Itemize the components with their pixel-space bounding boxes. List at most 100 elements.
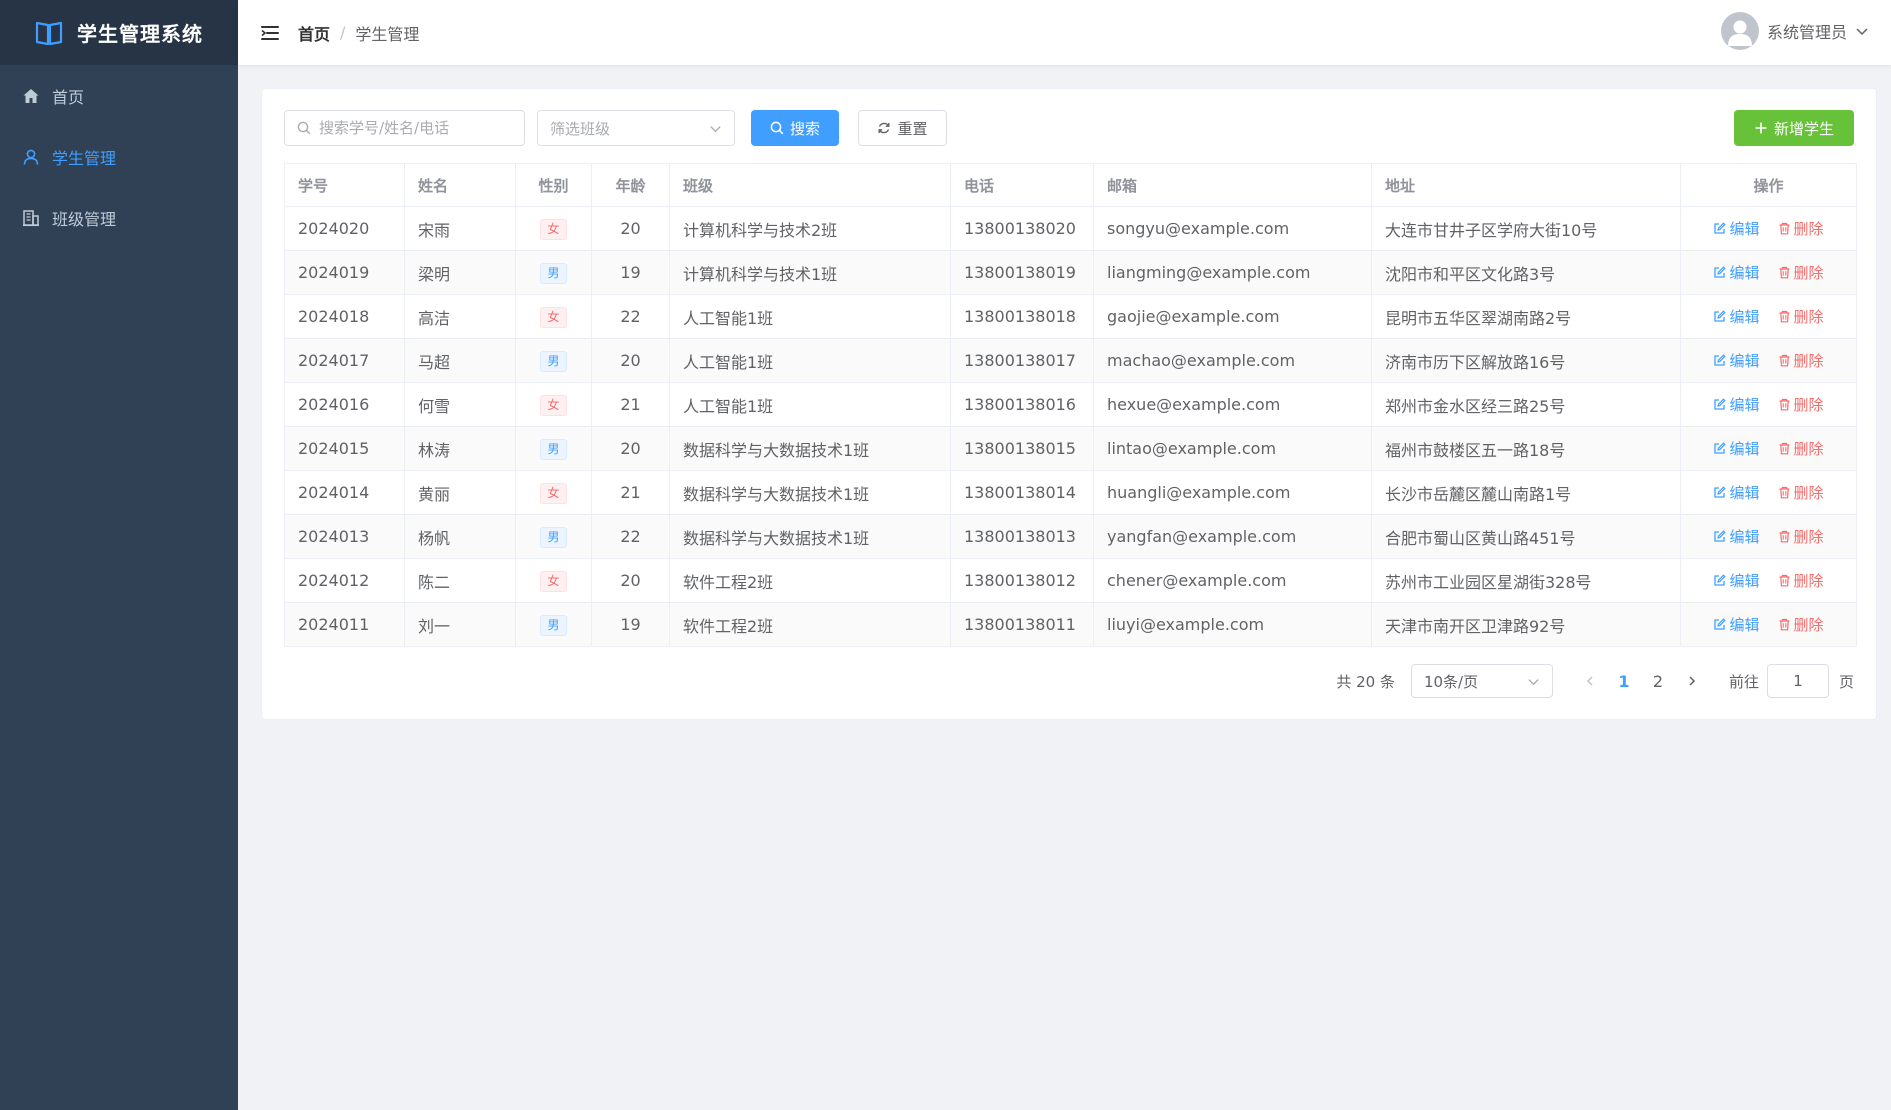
edit-icon xyxy=(1714,574,1727,586)
delete-icon xyxy=(1779,530,1789,543)
delete-button-label: 删除 xyxy=(1793,616,1824,634)
delete-button[interactable]: 删除 xyxy=(1778,614,1824,635)
cell-actions: 编辑 删除 xyxy=(1680,206,1857,251)
breadcrumb-home[interactable]: 首页 xyxy=(298,21,330,45)
cell-id: 2024011 xyxy=(284,602,405,647)
edit-button[interactable]: 编辑 xyxy=(1713,614,1760,635)
sidebar-item-students[interactable]: 学生管理 xyxy=(0,126,238,187)
edit-button-label: 编辑 xyxy=(1729,264,1760,282)
chevron-down-icon xyxy=(710,125,721,132)
edit-button[interactable]: 编辑 xyxy=(1713,438,1760,459)
page-size-select[interactable]: 10条/页 xyxy=(1410,664,1553,698)
page-number-1[interactable]: 1 xyxy=(1607,664,1641,698)
delete-icon xyxy=(1779,398,1789,411)
next-page-button[interactable] xyxy=(1675,664,1709,698)
user-avatar-icon xyxy=(1727,20,1752,46)
delete-button[interactable]: 删除 xyxy=(1778,394,1824,415)
delete-icon xyxy=(1779,618,1789,631)
breadcrumb-current: 学生管理 xyxy=(355,24,420,44)
gender-tag: 男 xyxy=(540,350,567,372)
cell-age: 22 xyxy=(591,294,670,339)
search-icon xyxy=(297,121,311,135)
cell-name: 杨帆 xyxy=(404,514,516,559)
goto-label: 前往 xyxy=(1728,672,1759,691)
edit-icon xyxy=(1714,530,1727,542)
cell-address: 长沙市岳麓区麓山南路1号 xyxy=(1371,470,1681,515)
cell-class: 软件工程2班 xyxy=(669,602,951,647)
cell-name: 刘一 xyxy=(404,602,516,647)
delete-button[interactable]: 删除 xyxy=(1778,262,1824,283)
edit-button-label: 编辑 xyxy=(1729,396,1760,414)
sidebar-item-classes[interactable]: 班级管理 xyxy=(0,187,238,248)
edit-button[interactable]: 编辑 xyxy=(1713,526,1760,547)
app-title: 学生管理系统 xyxy=(77,22,203,46)
edit-button[interactable]: 编辑 xyxy=(1713,482,1760,503)
cell-phone: 13800138013 xyxy=(950,514,1094,559)
cell-class: 软件工程2班 xyxy=(669,558,951,603)
search-button[interactable]: 搜索 xyxy=(751,110,839,146)
delete-button[interactable]: 删除 xyxy=(1778,350,1824,371)
prev-page-button[interactable] xyxy=(1573,664,1607,698)
cell-name: 宋雨 xyxy=(404,206,516,251)
delete-button-label: 删除 xyxy=(1793,396,1824,414)
chevron-left-icon xyxy=(1586,676,1593,686)
edit-button[interactable]: 编辑 xyxy=(1713,262,1760,283)
edit-icon xyxy=(1714,354,1727,366)
delete-button[interactable]: 删除 xyxy=(1778,218,1824,239)
edit-icon xyxy=(1714,618,1727,630)
table-body: 2024020 宋雨女 20 计算机科学与技术2班 13800138020 songyu@… xyxy=(284,206,1857,647)
table-row: 2024018 高洁 女 22 人工智能1班 13800138018 gaojie@exam… xyxy=(284,294,1857,339)
cell-phone: 13800138011 xyxy=(950,602,1094,647)
delete-icon xyxy=(1779,486,1789,499)
student-table: 学号 姓名 性别 年龄 班级 电话 邮箱 地址 操作 2024020 宋雨女 20 计… xyxy=(284,163,1857,647)
cell-class: 人工智能1班 xyxy=(669,338,951,383)
add-student-button[interactable]: 新增学生 xyxy=(1734,110,1854,146)
delete-button[interactable]: 删除 xyxy=(1778,306,1824,327)
refresh-icon xyxy=(878,122,890,134)
edit-button-label: 编辑 xyxy=(1729,616,1760,634)
total-count: 共 20 条 xyxy=(1336,672,1395,691)
goto-page-input[interactable] xyxy=(1766,664,1829,698)
cell-address: 福州市鼓楼区五一路18号 xyxy=(1371,426,1681,471)
cell-name: 梁明 xyxy=(404,250,516,295)
table-header-row: 学号 姓名 性别 年龄 班级 电话 邮箱 地址 操作 xyxy=(284,163,1857,207)
cell-id: 2024017 xyxy=(284,338,405,383)
edit-button[interactable]: 编辑 xyxy=(1713,218,1760,239)
edit-button[interactable]: 编辑 xyxy=(1713,306,1760,327)
app-logo: 学生管理系统 xyxy=(0,0,238,65)
building-icon xyxy=(23,209,39,226)
delete-button[interactable]: 删除 xyxy=(1778,438,1824,459)
chevron-right-icon xyxy=(1689,676,1696,686)
reset-button[interactable]: 重置 xyxy=(858,110,947,146)
user-menu[interactable]: 系统管理员 xyxy=(1720,12,1869,50)
search-box xyxy=(284,110,525,146)
gender-tag: 女 xyxy=(540,570,567,592)
edit-button[interactable]: 编辑 xyxy=(1713,570,1760,591)
cell-gender: 男 xyxy=(515,338,592,383)
cell-id: 2024012 xyxy=(284,558,405,603)
cell-gender: 女 xyxy=(515,294,592,339)
cell-age: 22 xyxy=(591,514,670,559)
book-icon xyxy=(35,21,63,45)
delete-button[interactable]: 删除 xyxy=(1778,570,1824,591)
table-row: 2024012 陈二 女 20 软件工程2班 13800138012 chener@exam… xyxy=(284,558,1857,603)
class-filter-select[interactable]: 筛选班级 xyxy=(537,110,735,146)
edit-button[interactable]: 编辑 xyxy=(1713,394,1760,415)
cell-name: 何雪 xyxy=(404,382,516,427)
sidebar: 学生管理系统 首页 学生管理 班级管理 xyxy=(0,0,238,1110)
edit-button[interactable]: 编辑 xyxy=(1713,350,1760,371)
search-input[interactable] xyxy=(319,119,519,137)
delete-button[interactable]: 删除 xyxy=(1778,482,1824,503)
sidebar-item-home[interactable]: 首页 xyxy=(0,65,238,126)
cell-class: 数据科学与大数据技术1班 xyxy=(669,470,951,515)
cell-name: 陈二 xyxy=(404,558,516,603)
page-number-2[interactable]: 2 xyxy=(1641,664,1675,698)
menu-fold-icon[interactable] xyxy=(260,23,280,43)
cell-id: 2024016 xyxy=(284,382,405,427)
delete-button[interactable]: 删除 xyxy=(1778,526,1824,547)
table-row: 2024013 杨帆 男 22 数据科学与大数据技术1班 13800138013 yangf… xyxy=(284,514,1857,559)
cell-phone: 13800138020 xyxy=(950,206,1094,251)
cell-age: 21 xyxy=(591,382,670,427)
delete-icon xyxy=(1779,354,1789,367)
cell-id: 2024013 xyxy=(284,514,405,559)
